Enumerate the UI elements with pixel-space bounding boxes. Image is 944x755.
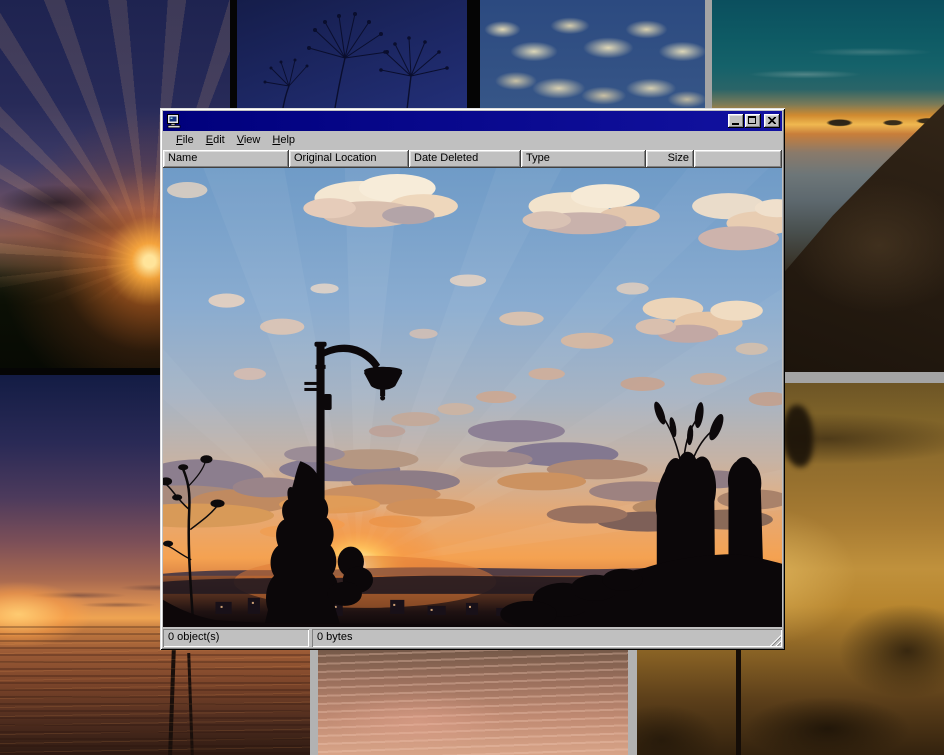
column-header-type[interactable]: Type (521, 150, 646, 168)
file-list-viewport[interactable] (163, 168, 782, 627)
statusbar: 0 object(s) 0 bytes (163, 629, 782, 647)
column-header-original-location[interactable]: Original Location (289, 150, 409, 168)
column-header-filler[interactable] (694, 150, 782, 168)
sunset-lamp-photo (163, 168, 782, 627)
minimize-button[interactable] (728, 114, 744, 128)
recycle-bin-window: File Edit View Help Name Original Locati… (160, 108, 785, 650)
computer-icon (166, 113, 182, 129)
close-icon (768, 117, 776, 124)
blurred-tree-silhouette (783, 405, 813, 467)
minimize-icon (732, 123, 739, 125)
menu-view[interactable]: View (231, 132, 267, 149)
menu-file[interactable]: File (170, 132, 200, 149)
resize-grip-icon[interactable] (768, 633, 781, 646)
titlebar[interactable] (163, 111, 782, 131)
close-button[interactable] (764, 114, 780, 128)
water-pole (168, 647, 176, 755)
desktop: File Edit View Help Name Original Locati… (0, 0, 944, 755)
column-header-name[interactable]: Name (163, 150, 289, 168)
column-header-date-deleted[interactable]: Date Deleted (409, 150, 521, 168)
column-header-size[interactable]: Size (646, 150, 694, 168)
menubar: File Edit View Help (163, 131, 782, 150)
lamp-pole-silhouette (736, 633, 741, 755)
status-bytes-text: 0 bytes (317, 631, 352, 643)
column-header-row: Name Original Location Date Deleted Type… (163, 150, 782, 168)
status-size-panel: 0 bytes (312, 629, 782, 647)
status-object-count: 0 object(s) (163, 629, 309, 647)
maximize-icon (748, 116, 756, 124)
menu-help[interactable]: Help (266, 132, 301, 149)
window-controls (727, 114, 780, 128)
water-pole (187, 653, 194, 755)
maximize-button[interactable] (745, 114, 761, 128)
menu-edit[interactable]: Edit (200, 132, 231, 149)
